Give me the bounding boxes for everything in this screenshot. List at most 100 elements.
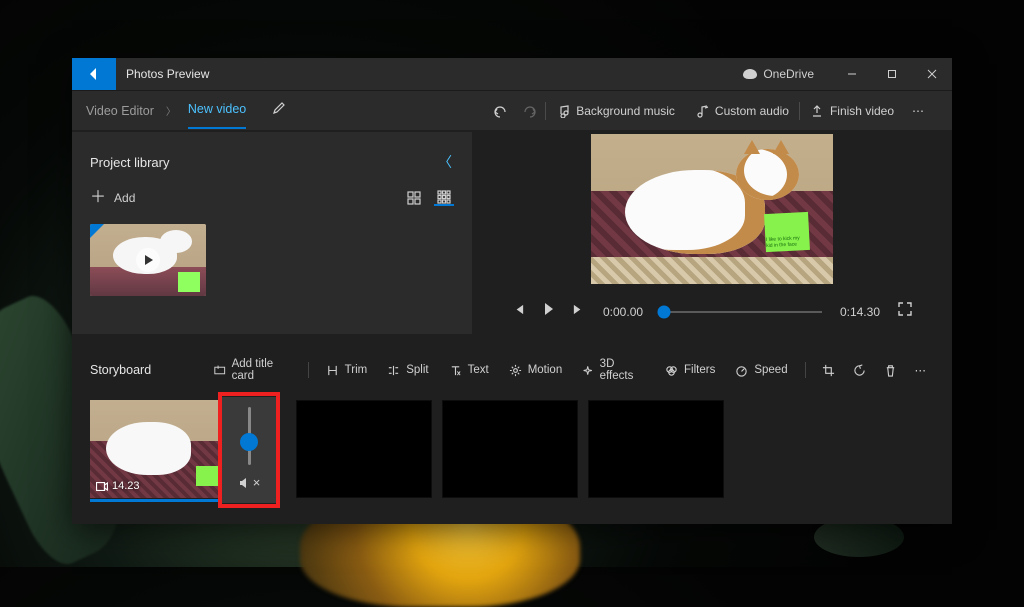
breadcrumb-current[interactable]: New video [188, 102, 246, 120]
mute-button[interactable]: × [238, 475, 261, 490]
ellipsis-icon: ⋯ [915, 363, 929, 377]
time-total: 0:14.30 [840, 305, 880, 319]
play-button[interactable] [543, 302, 554, 321]
split-button[interactable]: Split [380, 364, 435, 377]
trim-button[interactable]: Trim [319, 364, 375, 377]
storyboard-clips: 14.23 × [90, 400, 934, 498]
clip-duration-badge: 14.23 [96, 480, 140, 492]
speed-icon [735, 364, 748, 377]
undo-button[interactable] [485, 91, 515, 130]
breadcrumb: Video Editor 〉 New video [72, 101, 286, 120]
text-button[interactable]: Text [442, 364, 496, 377]
filters-button[interactable]: Filters [658, 364, 722, 377]
fullscreen-button[interactable] [898, 302, 912, 321]
storyboard-section: Storyboard Add title card Trim Split Tex… [72, 346, 952, 524]
back-button[interactable] [72, 58, 116, 90]
onedrive-status[interactable]: OneDrive [743, 67, 814, 81]
storyboard-clip[interactable] [296, 400, 432, 498]
play-icon [543, 302, 554, 316]
grid-small-icon [437, 190, 451, 204]
close-button[interactable] [912, 58, 952, 90]
prev-frame-button[interactable] [512, 303, 525, 321]
bg-music-label: Background music [576, 104, 675, 118]
text-icon [449, 364, 462, 377]
add-title-card-button[interactable]: Add title card [207, 358, 298, 382]
player-controls: 0:00.00 0:14.30 [472, 302, 952, 321]
library-clip-thumbnail[interactable] [90, 224, 206, 296]
sticky-note-text: I like to kick my kid in the face [766, 235, 807, 249]
collapse-panel-button[interactable]: 〈 [438, 152, 454, 172]
breadcrumb-root[interactable]: Video Editor [86, 104, 154, 118]
custom-audio-button[interactable]: Custom audio [685, 91, 799, 130]
onedrive-label: OneDrive [763, 67, 814, 81]
used-marker-icon [90, 224, 104, 238]
trash-icon [884, 364, 897, 377]
add-media-button[interactable]: ＋ Add [90, 191, 135, 205]
storyboard-title: Storyboard [90, 363, 151, 377]
redo-icon [523, 104, 537, 118]
storyboard-clip[interactable]: 14.23 × [90, 400, 226, 498]
step-back-icon [512, 303, 525, 316]
export-icon [810, 104, 824, 118]
finish-label: Finish video [830, 104, 894, 118]
divider [308, 362, 309, 378]
add-label: Add [114, 191, 135, 205]
close-icon [927, 69, 937, 79]
video-preview[interactable]: I like to kick my kid in the face [591, 134, 833, 284]
titlebar: Photos Preview OneDrive [72, 58, 952, 90]
storyboard-toolbar: Storyboard Add title card Trim Split Tex… [90, 358, 934, 382]
background-music-button[interactable]: Background music [546, 91, 685, 130]
redo-button[interactable] [515, 91, 545, 130]
undo-icon [493, 104, 507, 118]
cloud-icon [743, 69, 757, 79]
audio-icon [695, 104, 709, 118]
maximize-button[interactable] [872, 58, 912, 90]
duration-icon [96, 482, 108, 491]
crop-button[interactable] [816, 364, 841, 377]
trim-icon [326, 364, 339, 377]
divider [805, 362, 806, 378]
minimize-button[interactable] [832, 58, 872, 90]
chevron-left-icon: 〈 [438, 154, 452, 170]
maximize-icon [887, 69, 897, 79]
storyboard-more-button[interactable]: ⋯ [909, 363, 935, 377]
rotate-button[interactable] [847, 364, 872, 377]
next-frame-button[interactable] [572, 303, 585, 321]
panel-title: Project library [90, 155, 169, 170]
command-bar: Video Editor 〉 New video Background musi… [72, 90, 952, 130]
view-small-button[interactable] [434, 190, 454, 206]
pencil-icon[interactable] [272, 101, 286, 120]
storyboard-clip[interactable] [588, 400, 724, 498]
finish-video-button[interactable]: Finish video [800, 91, 904, 130]
app-window: Photos Preview OneDrive Video Editor 〉 N… [72, 58, 952, 524]
crop-icon [822, 364, 835, 377]
chevron-right-icon: 〉 [166, 103, 176, 118]
step-forward-icon [572, 303, 585, 316]
preview-area: I like to kick my kid in the face 0:00.0… [472, 130, 952, 346]
storyboard-clip[interactable] [442, 400, 578, 498]
volume-popup[interactable]: × [222, 397, 276, 503]
split-icon [387, 364, 400, 377]
view-large-button[interactable] [404, 190, 424, 206]
app-title: Photos Preview [126, 67, 209, 81]
grid-large-icon [407, 191, 421, 205]
volume-slider[interactable] [248, 407, 251, 465]
seek-thumb[interactable] [658, 305, 671, 318]
filters-icon [665, 364, 678, 377]
rotate-icon [853, 364, 866, 377]
fullscreen-icon [898, 302, 912, 316]
delete-button[interactable] [878, 364, 903, 377]
sparkle-icon [582, 364, 593, 377]
more-button[interactable]: ⋯ [904, 91, 934, 130]
motion-button[interactable]: Motion [502, 364, 570, 377]
seek-bar[interactable] [661, 311, 822, 313]
play-overlay-icon [136, 248, 160, 272]
volume-thumb[interactable] [240, 433, 258, 451]
titlecard-icon [214, 364, 225, 377]
music-icon [556, 104, 570, 118]
clip-progress [90, 499, 226, 502]
3d-effects-button[interactable]: 3D effects [575, 358, 652, 382]
project-library-panel: Project library 〈 ＋ Add [72, 132, 472, 334]
speed-button[interactable]: Speed [728, 364, 794, 377]
custom-audio-label: Custom audio [715, 104, 789, 118]
